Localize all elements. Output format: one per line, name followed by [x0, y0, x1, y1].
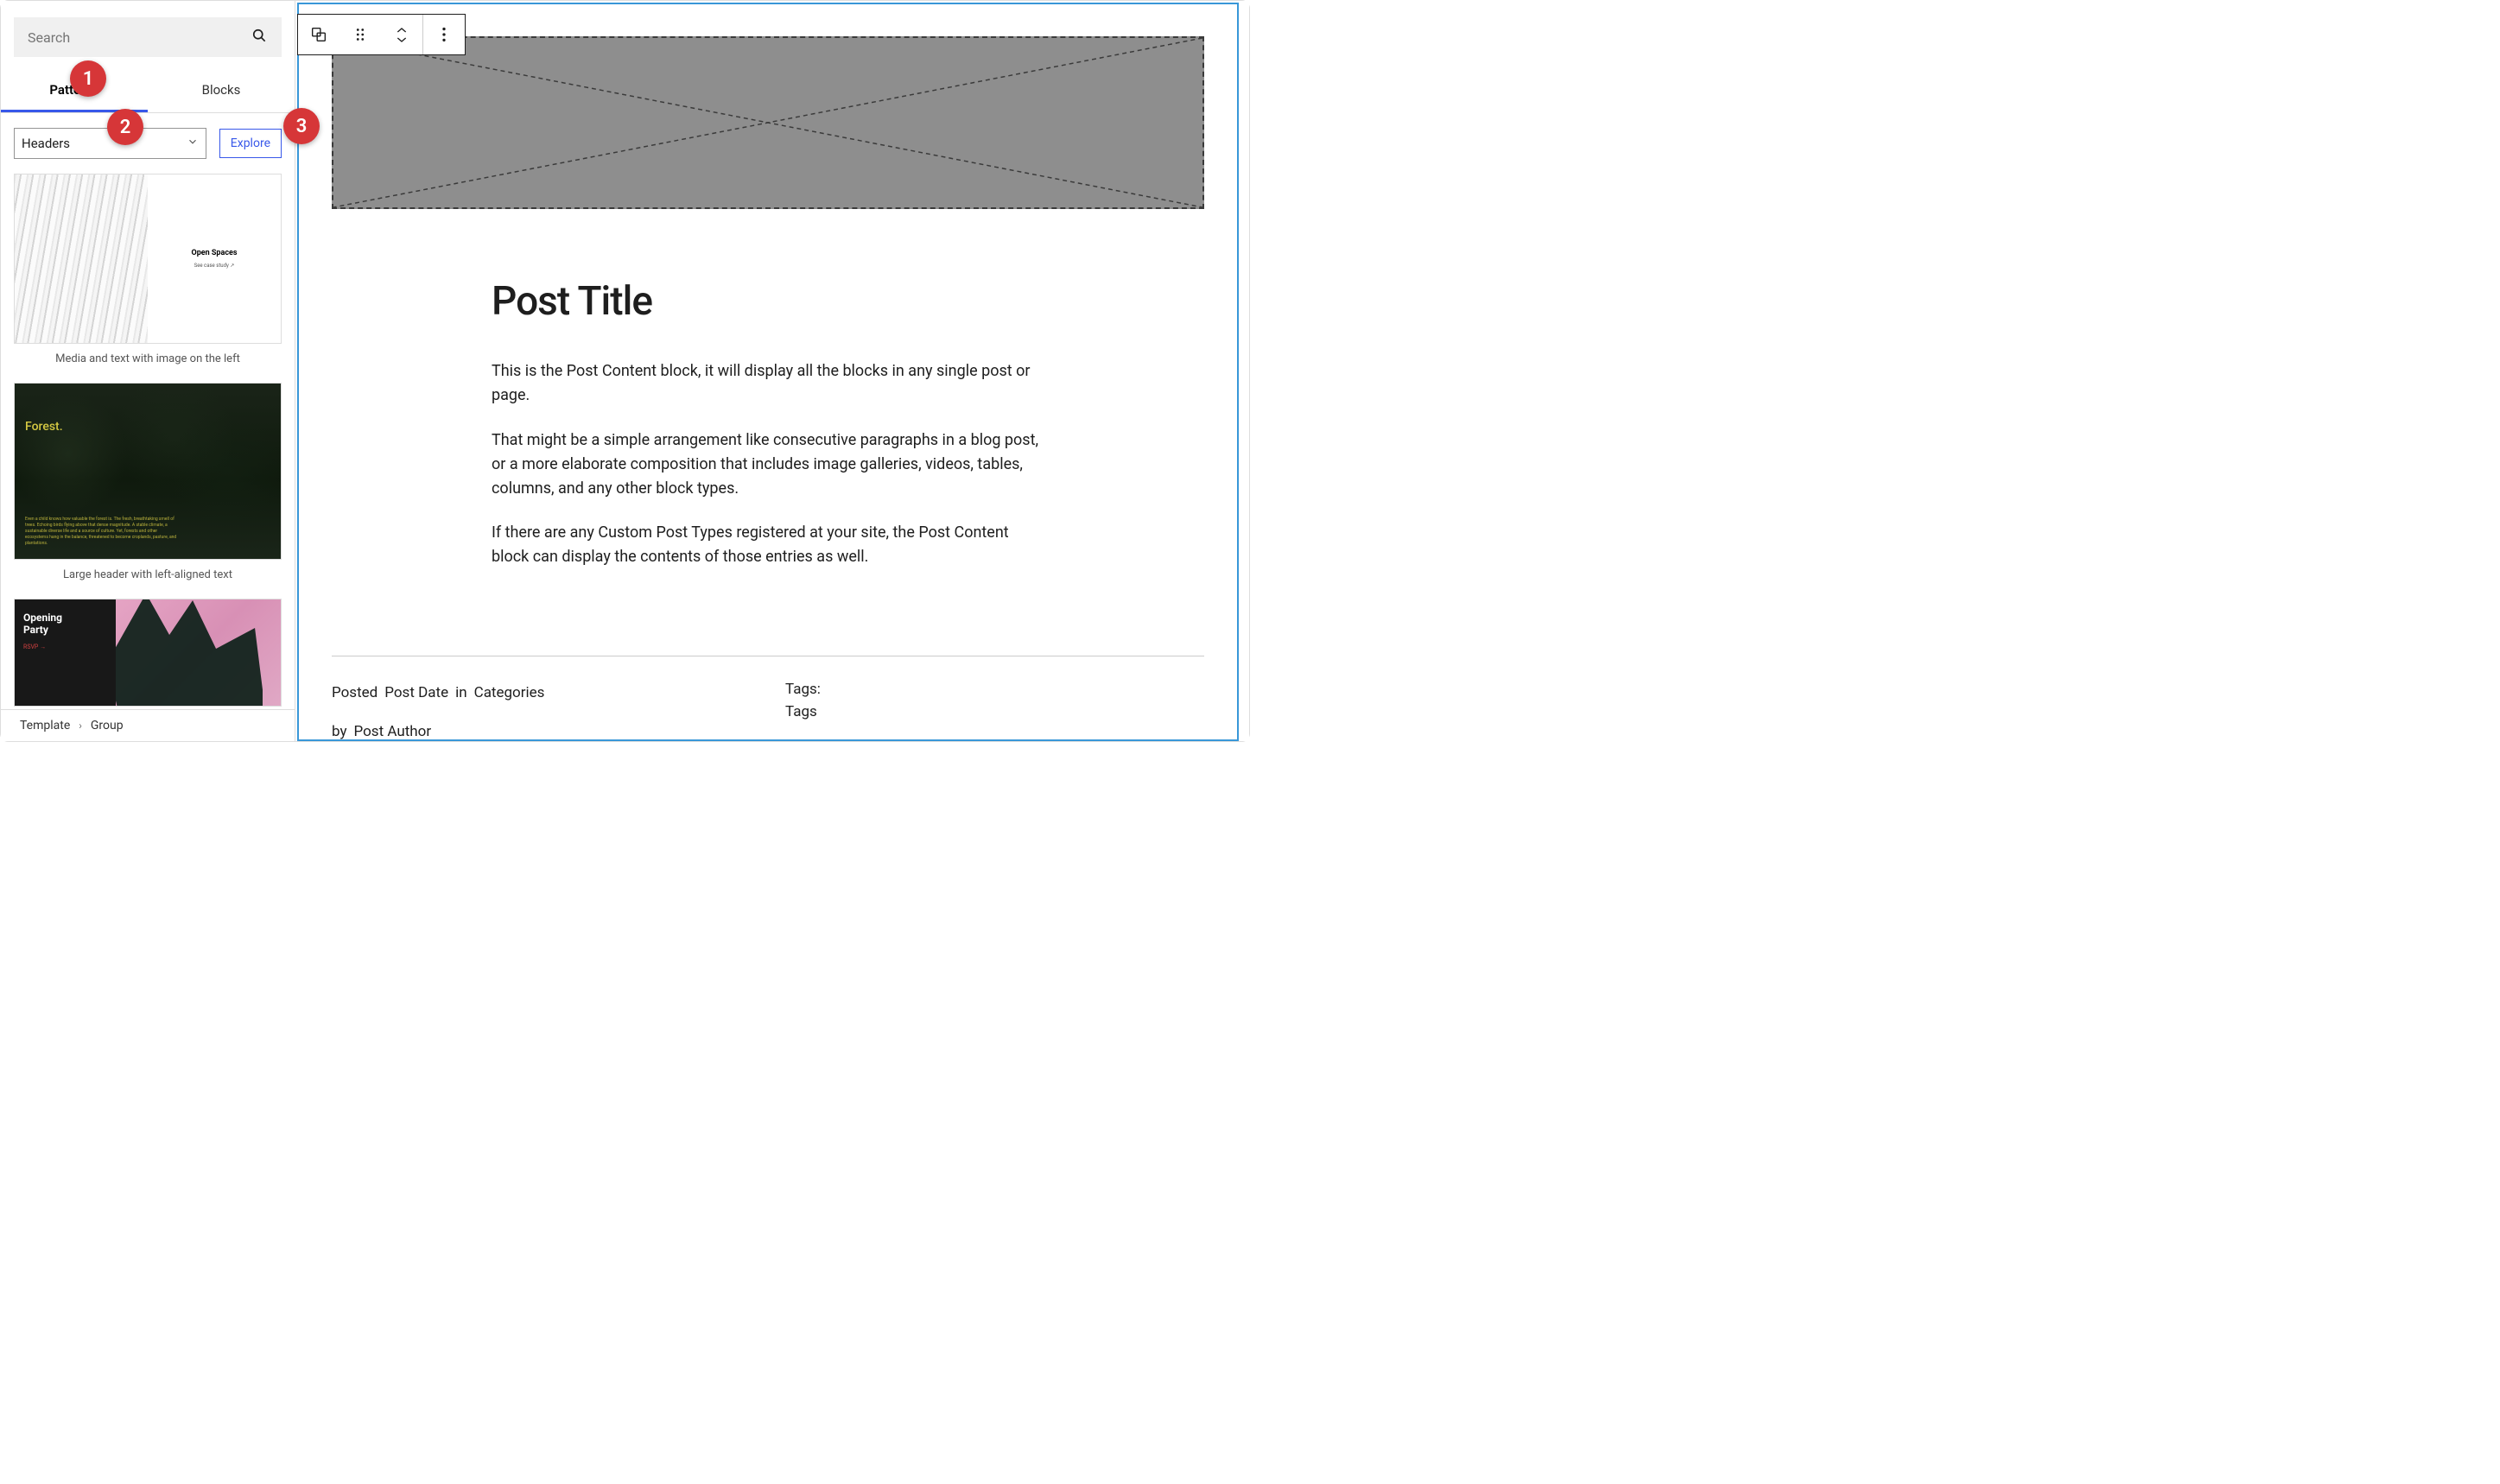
meta-tags-label: Tags: — [785, 681, 821, 698]
preview-subtext: Even a child knows how valuable the fore… — [25, 517, 180, 547]
preview-subtext: See case study ↗ — [194, 263, 235, 269]
breadcrumb-root[interactable]: Template — [20, 719, 70, 732]
pattern-item[interactable]: Open Spaces See case study ↗ Media and t… — [14, 174, 282, 365]
post-meta: Posted Post Date in Categories by Post A… — [332, 681, 1204, 745]
meta-tags-label: Tags — [785, 703, 821, 720]
move-up-down-button[interactable] — [381, 15, 422, 54]
chevron-down-icon — [187, 136, 199, 151]
drag-handle[interactable] — [339, 15, 381, 54]
chevron-down-icon — [395, 35, 409, 44]
meta-categories[interactable]: Categories — [474, 681, 545, 706]
chevron-up-icon — [395, 26, 409, 35]
more-options-button[interactable] — [423, 15, 465, 54]
search-input[interactable] — [28, 29, 251, 46]
pattern-preview[interactable]: Open Spaces See case study ↗ — [14, 174, 282, 344]
meta-by-label: by — [332, 720, 347, 745]
block-toolbar — [297, 14, 466, 55]
inserter-sidebar: Patterns Blocks Headers Explore Open Spa… — [1, 1, 295, 741]
post-content-paragraph[interactable]: This is the Post Content block, it will … — [492, 359, 1044, 408]
featured-image-placeholder[interactable] — [332, 36, 1204, 209]
meta-in-label: in — [455, 681, 467, 706]
search-box[interactable] — [14, 17, 282, 57]
preview-heading: Forest. — [25, 420, 63, 434]
breadcrumb: Template › Group — [1, 709, 295, 741]
pattern-preview[interactable]: Forest. Even a child knows how valuable … — [14, 383, 282, 560]
pattern-preview[interactable]: Opening Party RSVP → — [14, 599, 282, 707]
editor-canvas[interactable]: Post Title This is the Post Content bloc… — [295, 1, 1249, 741]
explore-button[interactable]: Explore — [219, 129, 282, 158]
annotation-badge-2: 2 — [107, 109, 143, 145]
kebab-icon — [435, 25, 454, 44]
selected-group-block[interactable]: Post Title This is the Post Content bloc… — [297, 3, 1239, 741]
meta-posted-label: Posted — [332, 681, 378, 706]
pattern-item[interactable]: Opening Party RSVP → — [14, 599, 282, 707]
inserter-tabs: Patterns Blocks — [1, 70, 295, 113]
post-title[interactable]: Post Title — [492, 278, 1044, 325]
breadcrumb-current[interactable]: Group — [91, 719, 124, 732]
chevron-right-icon: › — [79, 720, 82, 732]
meta-post-date[interactable]: Post Date — [384, 681, 448, 706]
search-icon — [251, 27, 268, 48]
dropdown-value: Headers — [22, 136, 70, 151]
post-content-paragraph[interactable]: If there are any Custom Post Types regis… — [492, 521, 1044, 569]
block-type-button[interactable] — [298, 15, 339, 54]
annotation-badge-3: 3 — [283, 108, 320, 144]
preview-heading: Open Spaces — [191, 249, 237, 257]
preview-heading: Opening Party — [23, 612, 107, 637]
pattern-name-label: Media and text with image on the left — [14, 352, 282, 365]
tab-blocks[interactable]: Blocks — [148, 70, 295, 112]
post-content-paragraph[interactable]: That might be a simple arrangement like … — [492, 428, 1044, 501]
patterns-list[interactable]: Open Spaces See case study ↗ Media and t… — [1, 174, 295, 741]
pattern-item[interactable]: Forest. Even a child knows how valuable … — [14, 383, 282, 581]
annotation-badge-1: 1 — [70, 60, 106, 97]
meta-post-author[interactable]: Post Author — [354, 720, 432, 745]
pattern-name-label: Large header with left-aligned text — [14, 568, 282, 581]
preview-subtext: RSVP → — [23, 644, 107, 650]
